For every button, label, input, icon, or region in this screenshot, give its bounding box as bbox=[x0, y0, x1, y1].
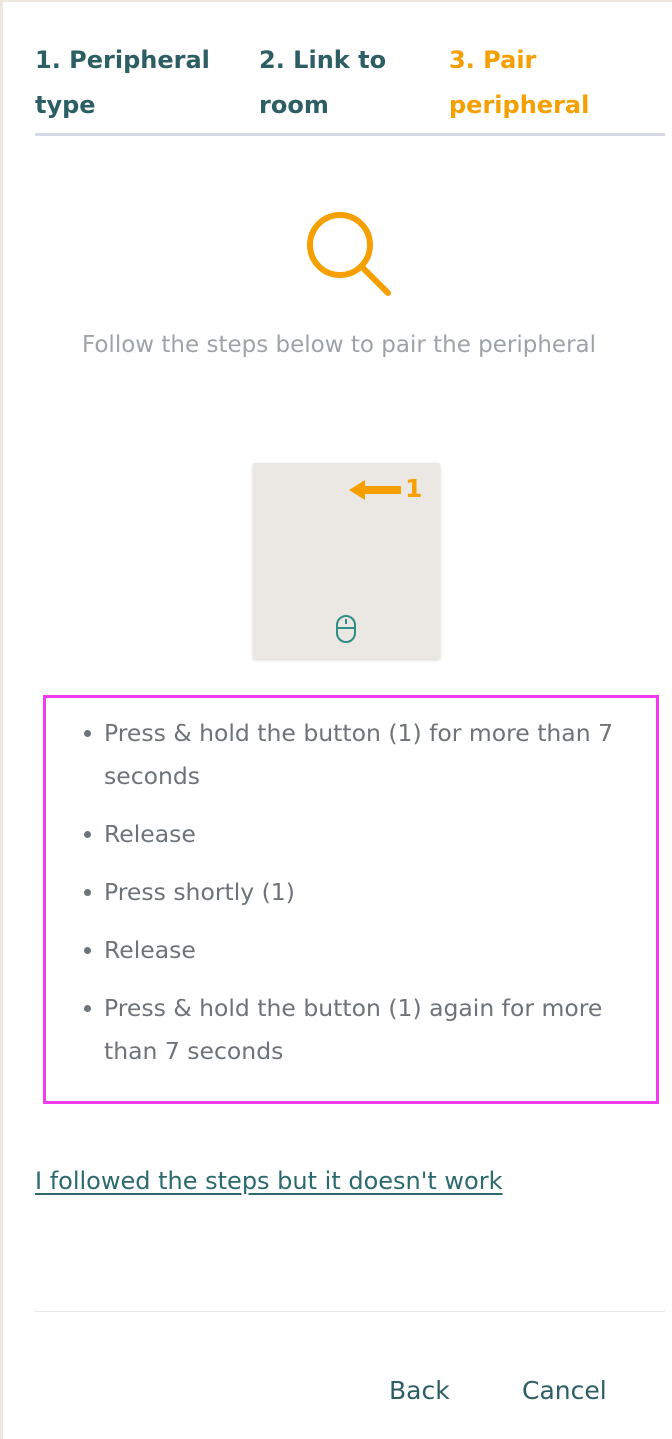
pairing-instructions: Press & hold the button (1) for more tha… bbox=[43, 695, 659, 1104]
step-pair-peripheral: 3. Pair peripheral bbox=[449, 46, 590, 119]
instructions-list: Press & hold the button (1) for more tha… bbox=[46, 712, 656, 1088]
arrow-left-icon bbox=[349, 480, 401, 500]
wizard-stepper: 1. Peripheral type 2. Link to room 3. Pa… bbox=[35, 32, 665, 136]
instruction-item: Press & hold the button (1) for more tha… bbox=[46, 712, 656, 798]
search-icon bbox=[307, 212, 391, 296]
button-number-label: 1 bbox=[405, 474, 423, 503]
device-illustration: 1 bbox=[253, 463, 440, 659]
back-button[interactable]: Back bbox=[389, 1376, 450, 1405]
instruction-item: Press shortly (1) bbox=[46, 871, 656, 914]
troubleshoot-link[interactable]: I followed the steps but it doesn't work bbox=[35, 1167, 502, 1195]
step-link-to-room[interactable]: 2. Link to room bbox=[259, 38, 429, 128]
instruction-item: Release bbox=[46, 929, 656, 972]
mouse-icon bbox=[336, 615, 356, 643]
step-peripheral-type[interactable]: 1. Peripheral type bbox=[35, 38, 235, 128]
pairing-wizard: 1. Peripheral type 2. Link to room 3. Pa… bbox=[0, 0, 672, 1439]
cancel-button[interactable]: Cancel bbox=[522, 1376, 607, 1405]
footer-divider bbox=[35, 1311, 665, 1312]
instruction-item: Release bbox=[46, 813, 656, 856]
intro-text: Follow the steps below to pair the perip… bbox=[81, 332, 597, 358]
instruction-item: Press & hold the button (1) again for mo… bbox=[46, 987, 656, 1073]
